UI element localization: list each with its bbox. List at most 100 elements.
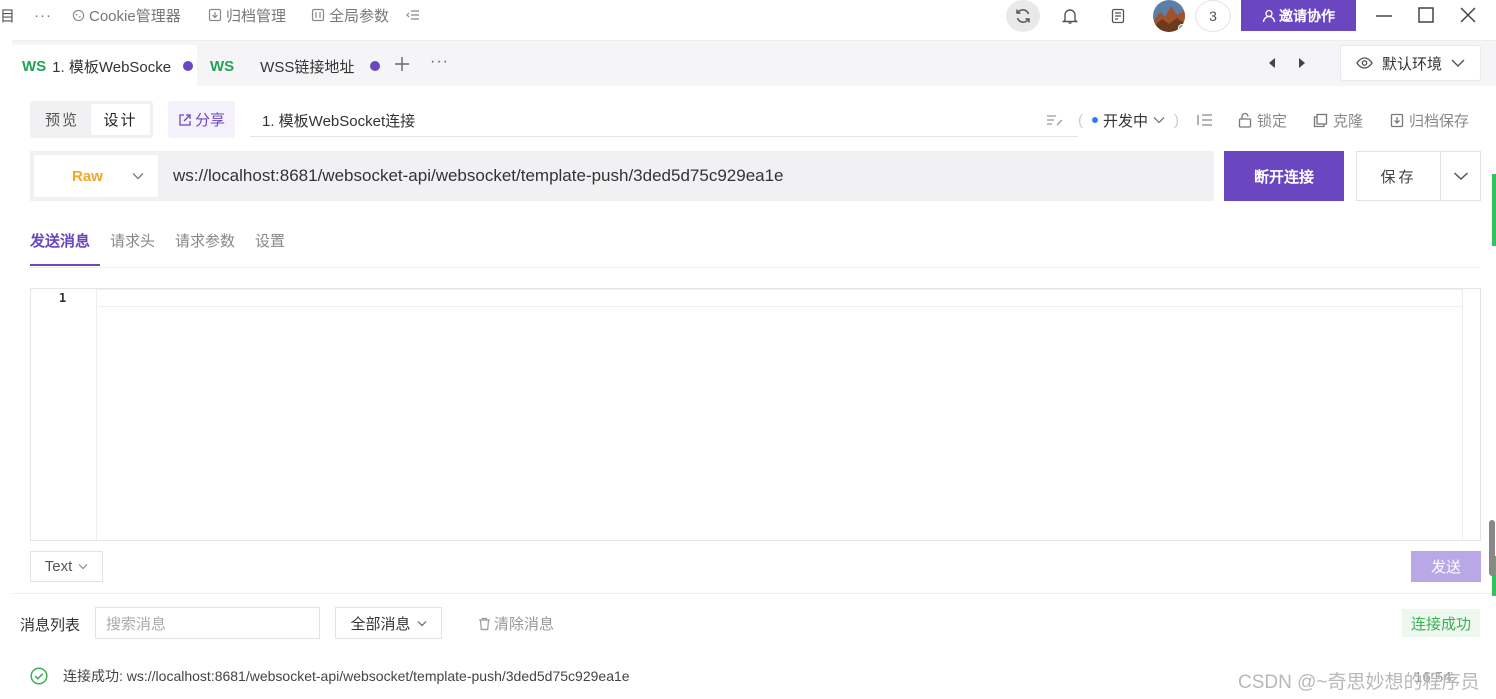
lock-icon — [1238, 112, 1252, 128]
global-params-button[interactable]: 全局参数 — [311, 5, 389, 25]
url-bar: Raw ws://localhost:8681/websocket-api/we… — [30, 151, 1214, 201]
save-options-button[interactable] — [1440, 151, 1481, 201]
tab-request-params[interactable]: 请求参数 — [175, 230, 235, 252]
message-text: 连接成功: ws://localhost:8681/websocket-api/… — [63, 668, 630, 684]
share-icon — [179, 113, 191, 126]
add-tab-button[interactable] — [394, 56, 410, 72]
format-label: Raw — [72, 167, 103, 185]
close-icon — [1460, 7, 1476, 23]
design-mode-button[interactable]: 设计 — [91, 104, 150, 135]
message-type-select[interactable]: Text — [30, 551, 103, 582]
notes-button[interactable] — [1101, 0, 1135, 32]
share-label: 分享 — [194, 112, 225, 129]
cookie-manager-button[interactable]: Cookie管理器 — [72, 5, 181, 25]
message-search-input[interactable]: 搜索消息 — [95, 607, 320, 639]
tabs-divider — [30, 267, 1480, 268]
tab-more-button[interactable]: ··· — [430, 53, 449, 71]
tab-send-message[interactable]: 发送消息 — [30, 230, 90, 252]
tab-request-headers[interactable]: 请求头 — [110, 230, 155, 252]
clone-label: 克隆 — [1333, 112, 1364, 130]
request-name-input[interactable]: 1. 模板WebSocket连接 — [250, 104, 1078, 137]
preview-mode-button[interactable]: 预览 — [34, 104, 90, 135]
message-filter-select[interactable]: 全部消息 — [335, 607, 442, 639]
url-input[interactable]: ws://localhost:8681/websocket-api/websoc… — [173, 151, 784, 201]
ws-protocol-tag: WS — [210, 57, 235, 75]
paren-left: ( — [1078, 111, 1083, 129]
ws-protocol-tag: WS — [22, 57, 47, 75]
more-menu-button[interactable]: ··· — [34, 5, 52, 25]
tab-settings[interactable]: 设置 — [255, 230, 285, 252]
paren-right: ) — [1174, 111, 1180, 129]
edit-description-button[interactable] — [1046, 108, 1064, 132]
global-params-label: 全局参数 — [329, 7, 390, 25]
collapse-icon — [406, 10, 419, 20]
cookie-manager-label: Cookie管理器 — [89, 7, 181, 25]
avatar[interactable] — [1152, 0, 1186, 32]
eye-icon — [1356, 57, 1373, 69]
list-item[interactable]: 连接成功: ws://localhost:8681/websocket-api/… — [30, 666, 630, 686]
truncated-menu-label[interactable]: 目 — [0, 5, 15, 25]
archive-save-button[interactable]: 归档保存 — [1390, 108, 1469, 132]
plus-icon — [395, 57, 409, 71]
minimize-button[interactable] — [1372, 4, 1396, 26]
collapse-menu-button[interactable] — [406, 5, 420, 25]
tab-wss-link[interactable]: WS WSS链接地址 — [210, 45, 381, 87]
archive-manager-button[interactable]: 归档管理 — [208, 5, 286, 25]
scroll-tabs-left-button[interactable] — [1267, 58, 1277, 68]
status-select[interactable]: ( 开发中 ) — [1078, 108, 1179, 132]
maximize-button[interactable] — [1414, 4, 1438, 26]
member-count-badge[interactable]: 3 — [1195, 0, 1231, 32]
tab-label: 1. 模板WebSocke — [52, 58, 172, 76]
message-editor[interactable]: 1 — [30, 288, 1481, 541]
sync-icon — [1016, 9, 1030, 23]
invite-label: 邀请协作 — [1279, 7, 1335, 24]
page-scrollbar-thumb[interactable] — [1489, 520, 1495, 576]
copy-icon — [1313, 113, 1328, 127]
chevron-down-icon — [1153, 117, 1165, 124]
watermark: CSDN @~奇思妙想的程序员 — [1238, 672, 1480, 693]
view-mode-toggle: 预览 设计 — [30, 101, 153, 138]
user-icon — [1262, 9, 1276, 22]
message-list-title: 消息列表 — [20, 617, 81, 634]
message-type-label: Text — [44, 558, 73, 575]
edge-indicator — [1492, 174, 1496, 246]
notifications-button[interactable] — [1053, 0, 1087, 32]
clear-messages-button[interactable]: 清除消息 — [478, 613, 554, 634]
bell-icon — [1062, 9, 1078, 24]
outline-button[interactable] — [1197, 108, 1213, 132]
archive-manager-label: 归档管理 — [226, 7, 287, 25]
scroll-tabs-right-button[interactable] — [1297, 58, 1307, 68]
active-tab-indicator — [30, 264, 100, 266]
clear-messages-label: 清除消息 — [494, 616, 555, 633]
share-button[interactable]: 分享 — [168, 101, 235, 138]
message-format-select[interactable]: Raw — [34, 155, 158, 197]
current-line-highlight[interactable] — [98, 289, 1462, 307]
top-bar: 目 ··· Cookie管理器 归档管理 全局参数 3 邀请协作 — [0, 0, 1496, 32]
archive-icon — [208, 8, 222, 22]
tab-websocket-template[interactable]: WS 1. 模板WebSocke — [12, 45, 197, 87]
sync-button[interactable] — [1006, 0, 1040, 32]
chevron-down-icon — [417, 620, 426, 626]
status-label: 开发中 — [1103, 112, 1149, 130]
archive-save-label: 归档保存 — [1409, 112, 1470, 130]
chevron-down-icon — [132, 173, 144, 180]
close-window-button[interactable] — [1456, 4, 1480, 26]
archive-save-icon — [1390, 113, 1404, 127]
message-filter-label: 全部消息 — [350, 615, 411, 633]
online-indicator — [1178, 24, 1186, 32]
disconnect-button[interactable]: 断开连接 — [1224, 151, 1344, 201]
clone-button[interactable]: 克隆 — [1313, 108, 1363, 132]
invite-button[interactable]: 邀请协作 — [1241, 0, 1356, 31]
unsaved-dot-icon — [183, 61, 194, 71]
trash-icon — [479, 617, 490, 630]
save-button[interactable]: 保存 — [1356, 151, 1441, 201]
connection-status-badge: 连接成功 — [1402, 609, 1480, 637]
caret-left-icon — [1269, 58, 1275, 68]
environment-select[interactable]: 默认环境 — [1340, 45, 1481, 81]
send-button[interactable]: 发送 — [1411, 551, 1481, 582]
lock-button[interactable]: 锁定 — [1238, 108, 1287, 132]
environment-label: 默认环境 — [1381, 55, 1442, 73]
unsaved-dot-icon — [370, 61, 381, 71]
line-number-gutter: 1 — [31, 289, 97, 540]
editor-scrollbar[interactable] — [1462, 289, 1480, 540]
